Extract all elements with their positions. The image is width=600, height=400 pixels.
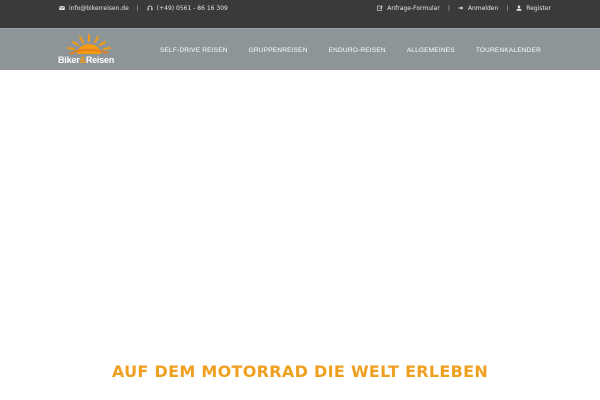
menu-item-self-drive[interactable]: SELF-DRIVE REISEN: [160, 47, 228, 54]
headset-icon: [147, 5, 153, 11]
contact-info: info@bikerreisen.de | (+49) 0561 - 86 16…: [59, 0, 228, 16]
request-form-text: Anfrage-Formular: [387, 4, 440, 12]
email-link[interactable]: info@bikerreisen.de: [59, 5, 129, 12]
primary-menu: SELF-DRIVE REISEN GRUPPENREISEN ENDURO-R…: [160, 29, 541, 71]
request-form-link[interactable]: Anfrage-Formular: [377, 5, 440, 12]
separator: |: [506, 4, 509, 12]
edit-icon: [377, 5, 383, 11]
main-navigation: Biker&Reisen SELF-DRIVE REISEN GRUPPENRE…: [0, 28, 600, 70]
page-headline: AUF DEM MOTORRAD DIE WELT ERLEBEN: [111, 362, 489, 381]
login-text: Anmelden: [467, 4, 499, 12]
separator: |: [136, 4, 139, 12]
menu-item-tour-calendar[interactable]: TOURENKALENDER: [476, 47, 541, 54]
menu-item-general[interactable]: ALLGEMEINES: [407, 47, 455, 54]
account-links: Anfrage-Formular | Anmelden | Register: [377, 0, 551, 16]
phone-text: (+49) 0561 - 86 16 309: [156, 4, 228, 12]
hero-area: [0, 70, 600, 340]
menu-item-enduro[interactable]: ENDURO-REISEN: [329, 47, 386, 54]
logo-word-biker: Biker: [58, 55, 80, 65]
login-link[interactable]: Anmelden: [458, 5, 498, 12]
register-text: Register: [526, 4, 551, 12]
envelope-icon: [59, 5, 65, 11]
separator: |: [447, 4, 450, 12]
menu-item-group-tours[interactable]: GRUPPENREISEN: [249, 47, 308, 54]
top-bar: info@bikerreisen.de | (+49) 0561 - 86 16…: [0, 0, 600, 28]
register-link[interactable]: Register: [516, 5, 551, 12]
phone-link[interactable]: (+49) 0561 - 86 16 309: [147, 5, 228, 12]
sign-in-icon: [458, 5, 464, 11]
site-logo[interactable]: Biker&Reisen: [58, 33, 122, 67]
user-icon: [516, 5, 522, 11]
sun-logo-icon: [67, 34, 111, 55]
email-text: info@bikerreisen.de: [69, 4, 129, 12]
logo-word-reisen: Reisen: [85, 55, 115, 65]
logo-wordmark: Biker&Reisen: [58, 55, 122, 65]
